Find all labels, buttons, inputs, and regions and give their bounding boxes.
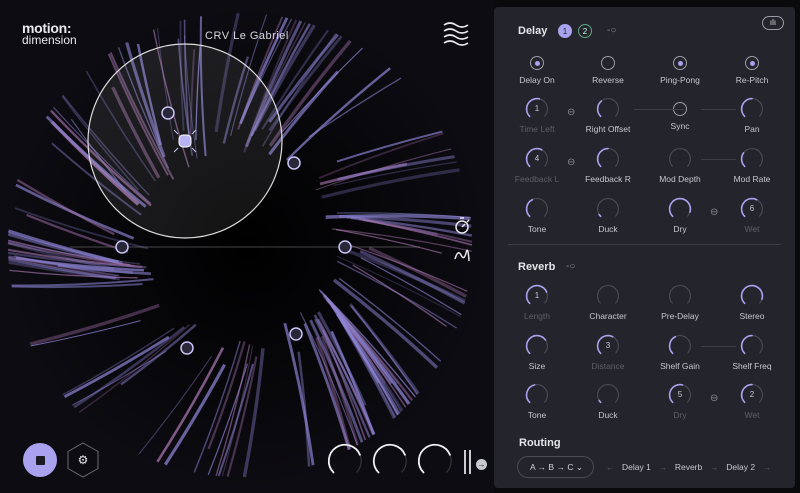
knob-distance[interactable]: 3 Distance <box>572 334 644 371</box>
knob-sync[interactable]: Sync <box>644 97 716 131</box>
connector-line <box>634 109 684 110</box>
knob-length[interactable]: 1 Length <box>501 284 573 321</box>
link-icon[interactable]: ⊖ <box>710 202 718 220</box>
node-handle <box>289 327 303 341</box>
route-reverb[interactable]: Reverb <box>675 462 702 472</box>
node-handle <box>287 156 301 170</box>
link-icon[interactable]: ⊖ <box>710 388 718 406</box>
delay-tab-2[interactable]: 2 <box>578 24 592 38</box>
stop-icon <box>35 455 45 465</box>
effects-panel: Delay 1 2 -○ ılı Reverb -○ Routing A → B… <box>494 7 795 488</box>
node-handle <box>338 240 352 254</box>
routing-title: Routing <box>519 437 561 449</box>
settings-button[interactable]: ⚙ <box>65 442 101 478</box>
knob-tone[interactable]: Tone <box>501 383 573 420</box>
section-divider <box>508 244 781 245</box>
macro-knob <box>327 443 362 474</box>
waves-icon[interactable] <box>442 20 470 46</box>
knob-shelf-gain[interactable]: Shelf Gain <box>644 334 716 371</box>
node-handle <box>115 240 129 254</box>
toggle-delay-on[interactable]: Delay On <box>501 51 573 85</box>
routing-chain: ← Delay 1 → Reverb → Delay 2 → <box>606 462 772 472</box>
connector-line <box>701 109 736 110</box>
connector-line <box>701 159 736 160</box>
divider <box>464 450 466 474</box>
knob-tone[interactable]: Tone <box>501 197 573 234</box>
preset-title[interactable]: CRV Le Gabriel <box>205 30 289 42</box>
node-handle <box>180 341 194 355</box>
knob-right-offset[interactable]: Right Offset <box>572 97 644 134</box>
stop-button[interactable] <box>23 443 57 477</box>
routing-select[interactable]: A → B → C ⌄ <box>517 456 594 478</box>
knob-duck[interactable]: Duck <box>572 197 644 234</box>
selected-node <box>178 134 192 148</box>
route-delay-1[interactable]: Delay 1 <box>622 462 651 472</box>
visualizer[interactable] <box>0 0 494 493</box>
toggle-reverse[interactable]: Reverse <box>572 51 644 85</box>
squiggle-icon[interactable] <box>452 245 472 265</box>
knob-dry[interactable]: 5 Dry <box>644 383 716 420</box>
knob-pan[interactable]: Pan <box>716 97 788 134</box>
macro-knob <box>372 443 407 474</box>
knob-dry[interactable]: Dry <box>644 197 716 234</box>
gear-icon: ⚙ <box>78 453 89 467</box>
timer-icon[interactable] <box>452 216 472 236</box>
route-delay-2[interactable]: Delay 2 <box>726 462 755 472</box>
meter-icon[interactable]: ılı <box>762 16 784 30</box>
knob-feedback-l[interactable]: 4 Feedback L <box>501 147 573 184</box>
knob-mod-rate[interactable]: Mod Rate <box>716 147 788 184</box>
link-icon[interactable]: ⊖ <box>567 152 575 170</box>
node-handle <box>161 106 175 120</box>
next-arrow-button[interactable]: → <box>476 459 487 470</box>
knob-wet[interactable]: 2 Wet <box>716 383 788 420</box>
toggle-ping-pong[interactable]: Ping-Pong <box>644 51 716 85</box>
logo: motion: dimension <box>22 20 77 47</box>
delay-power-icon[interactable]: -○ <box>607 25 616 36</box>
toggle-re-pitch[interactable]: Re-Pitch <box>716 51 788 85</box>
chevron-down-icon: ⌄ <box>575 462 583 472</box>
knob-wet[interactable]: 6 Wet <box>716 197 788 234</box>
link-icon[interactable]: ⊖ <box>567 102 575 120</box>
knob-stereo[interactable]: Stereo <box>716 284 788 321</box>
knob-feedback-r[interactable]: Feedback R <box>572 147 644 184</box>
reverb-power-icon[interactable]: -○ <box>566 261 575 272</box>
reverb-title: Reverb <box>518 261 556 273</box>
connector-line <box>701 346 736 347</box>
knob-pre-delay[interactable]: Pre-Delay <box>644 284 716 321</box>
macro-knobs[interactable] <box>320 440 460 480</box>
delay-title: Delay <box>518 25 548 37</box>
macro-knob <box>417 443 452 474</box>
knob-character[interactable]: Character <box>572 284 644 321</box>
delay-tab-1[interactable]: 1 <box>558 24 572 38</box>
knob-shelf-freq[interactable]: Shelf Freq <box>716 334 788 371</box>
knob-mod-depth[interactable]: Mod Depth <box>644 147 716 184</box>
divider <box>469 450 471 474</box>
knob-time-left[interactable]: 1 Time Left <box>501 97 573 134</box>
knob-duck[interactable]: Duck <box>572 383 644 420</box>
knob-size[interactable]: Size <box>501 334 573 371</box>
